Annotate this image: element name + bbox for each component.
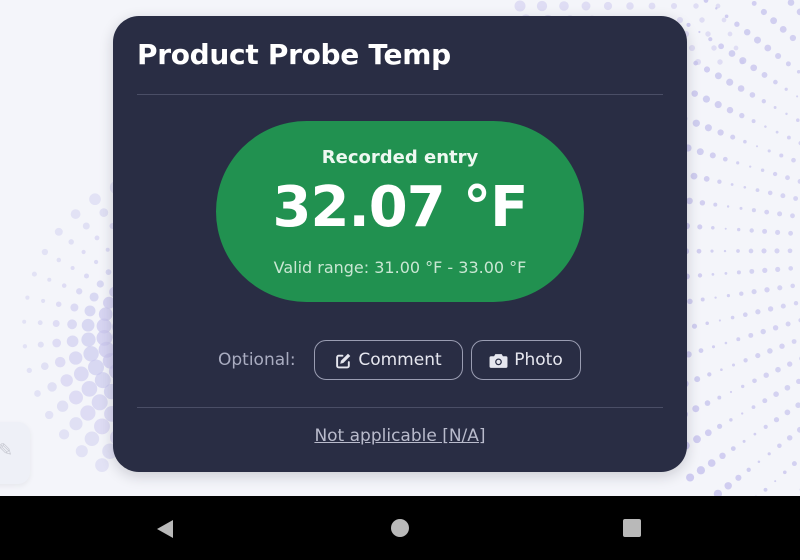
reading-value: 32.07 °F <box>272 175 529 240</box>
valid-range-text: Valid range: 31.00 °F - 33.00 °F <box>273 258 527 277</box>
photo-button-label: Photo <box>514 350 563 370</box>
camera-icon <box>489 353 508 368</box>
back-icon[interactable] <box>154 518 176 540</box>
home-icon[interactable] <box>390 518 410 538</box>
edit-icon <box>336 353 351 368</box>
not-applicable-link[interactable]: Not applicable [N/A] <box>113 426 687 446</box>
side-edit-tab[interactable]: ✎ <box>0 422 30 484</box>
temperature-card: Product Probe Temp Recorded entry 32.07 … <box>113 16 687 472</box>
reading-label: Recorded entry <box>321 147 479 168</box>
system-navigation-bar <box>0 496 800 560</box>
title-divider <box>137 94 663 95</box>
comment-button[interactable]: Comment <box>314 340 463 380</box>
optional-label: Optional: <box>218 350 296 370</box>
card-title: Product Probe Temp <box>137 38 451 71</box>
recorded-reading-badge: Recorded entry 32.07 °F Valid range: 31.… <box>216 121 584 302</box>
comment-button-label: Comment <box>358 350 442 370</box>
pencil-icon: ✎ <box>0 440 14 461</box>
footer-divider <box>137 407 663 408</box>
recents-icon[interactable] <box>622 518 642 538</box>
optional-actions: Optional: Comment Photo <box>113 340 687 382</box>
photo-button[interactable]: Photo <box>471 340 581 380</box>
